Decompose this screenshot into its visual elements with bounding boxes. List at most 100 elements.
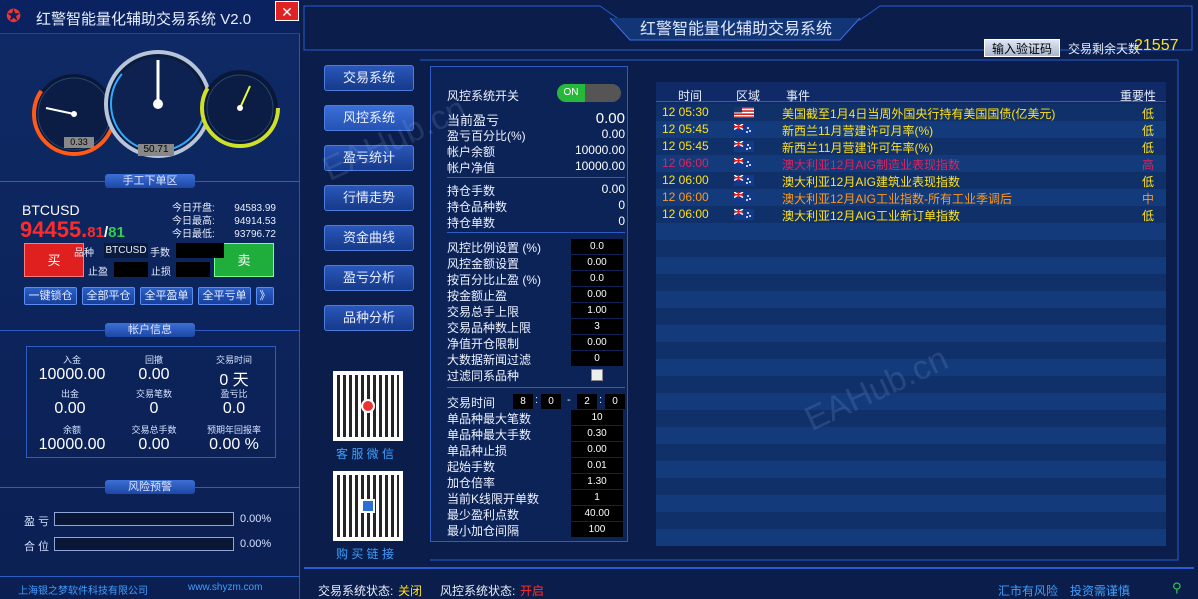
nav-equity-curve[interactable]: 资金曲线 bbox=[324, 225, 414, 251]
news-row-bg bbox=[656, 478, 1166, 495]
left-gauge-readout: 0.33 bbox=[64, 137, 94, 148]
nz-flag-icon bbox=[734, 141, 754, 152]
account-section-title: 帐户信息 bbox=[105, 323, 195, 337]
au-flag-icon bbox=[734, 158, 754, 169]
col-importance: 重要性 bbox=[1120, 89, 1157, 103]
risk-position-label: 合 位 bbox=[24, 541, 50, 553]
news-row[interactable]: 12 05:45 新西兰11月营建许可年率(%) 低 bbox=[656, 138, 1166, 155]
news-row[interactable]: 12 06:00 澳大利亚12月AIG制造业表现指数 高 bbox=[656, 155, 1166, 172]
col-time: 时间 bbox=[678, 89, 703, 103]
time-start-min[interactable]: 0 bbox=[541, 394, 561, 409]
main-title: 红警智能量化辅助交易系统 bbox=[640, 21, 833, 38]
trade-status-value: 关闭 bbox=[398, 584, 423, 598]
news-row[interactable]: 12 06:00 澳大利亚12月AIG工业指数-所有工业季调后 中 bbox=[656, 189, 1166, 206]
price-display: 94455.81/81 bbox=[20, 217, 125, 242]
param-input[interactable]: 1.30 bbox=[571, 474, 623, 489]
stat-low: 今日最低: 93796.72 bbox=[172, 229, 276, 240]
company-name: 上海银之梦软件科技有限公司 bbox=[18, 586, 148, 597]
verify-code-button[interactable]: 输入验证码 bbox=[984, 39, 1060, 57]
nav-pl-analysis[interactable]: 盈亏分析 bbox=[324, 265, 414, 291]
company-site[interactable]: www.shyzm.com bbox=[188, 582, 262, 593]
news-event: 澳大利亚12月AIG工业指数-所有工业季调后 bbox=[782, 192, 1013, 206]
close-loss-button[interactable]: 全平亏单 bbox=[198, 287, 251, 305]
news-row[interactable]: 12 05:30 美国截至1月4日当周外国央行持有美国国债(亿美元) 低 bbox=[656, 104, 1166, 121]
symbol-field[interactable]: BTCUSD bbox=[104, 243, 148, 258]
account-trade-time: 交易时间 0 天 bbox=[215, 355, 252, 389]
close-all-button[interactable]: 全部平仓 bbox=[82, 287, 135, 305]
news-row[interactable]: 12 05:45 新西兰11月营建许可月率(%) 低 bbox=[656, 121, 1166, 138]
divider bbox=[447, 387, 625, 388]
param-input[interactable]: 0.00 bbox=[571, 255, 623, 270]
take-profit-input[interactable] bbox=[114, 262, 148, 277]
time-end-min[interactable]: 0 bbox=[605, 394, 625, 409]
news-event: 新西兰11月营建许可月率(%) bbox=[782, 124, 934, 138]
lock-all-button[interactable]: 一键锁仓 bbox=[24, 287, 77, 305]
param-input[interactable]: 40.00 bbox=[571, 506, 623, 521]
time-end-hour[interactable]: 2 bbox=[577, 394, 597, 409]
right-gauge bbox=[200, 68, 280, 148]
account-drawdown: 回撤 0.00 bbox=[138, 355, 170, 383]
account-expected-return: 预期年回报率 0.00 % bbox=[206, 425, 261, 453]
equity-row: 帐户净值 10000.00 bbox=[447, 159, 625, 175]
pl-percent-row: 盈亏百分比(%) 0.00 bbox=[447, 127, 625, 143]
param-input[interactable]: 100 bbox=[571, 522, 623, 537]
news-row[interactable]: 12 06:00 澳大利亚12月AIG工业新订单指数 低 bbox=[656, 206, 1166, 223]
close-button[interactable]: ✕ bbox=[275, 1, 299, 21]
nav-market-trend[interactable]: 行情走势 bbox=[324, 185, 414, 211]
account-pl-ratio: 盈亏比 0.0 bbox=[220, 389, 248, 417]
trade-status-label: 交易系统状态: bbox=[318, 584, 394, 598]
risk-section-title: 风险预警 bbox=[105, 480, 195, 494]
news-row-bg bbox=[656, 393, 1166, 410]
risk-status-label: 风控系统状态: bbox=[440, 584, 516, 598]
nz-flag-icon bbox=[734, 124, 754, 135]
news-time: 12 06:00 bbox=[662, 173, 709, 187]
news-time: 12 06:00 bbox=[662, 207, 709, 221]
au-flag-icon bbox=[734, 192, 754, 203]
param-input[interactable]: 10 bbox=[571, 410, 623, 425]
risk-pl-label: 盈 亏 bbox=[24, 516, 50, 528]
param-input[interactable]: 0 bbox=[571, 351, 623, 366]
news-time: 12 05:30 bbox=[662, 105, 709, 119]
time-start-hour[interactable]: 8 bbox=[513, 394, 533, 409]
news-row[interactable]: 12 06:00 澳大利亚12月AIG建筑业表现指数 低 bbox=[656, 172, 1166, 189]
nav-trade-system[interactable]: 交易系统 bbox=[324, 65, 414, 91]
news-row-bg bbox=[656, 427, 1166, 444]
param-input[interactable]: 0.0 bbox=[571, 239, 623, 254]
lots-input[interactable] bbox=[176, 243, 224, 258]
risk-pl-value: 0.00% bbox=[240, 513, 272, 525]
stop-loss-input[interactable] bbox=[176, 262, 210, 277]
filter-checkbox[interactable] bbox=[591, 369, 603, 381]
purchase-qr-code bbox=[333, 471, 403, 541]
news-row-bg bbox=[656, 223, 1166, 240]
position-lots-row: 持仓手数 0.00 bbox=[447, 182, 625, 198]
param-input[interactable]: 3 bbox=[571, 319, 623, 334]
us-flag-icon bbox=[734, 107, 754, 118]
news-row-bg bbox=[656, 410, 1166, 427]
nav-symbol-analysis[interactable]: 品种分析 bbox=[324, 305, 414, 331]
param-input[interactable]: 1 bbox=[571, 490, 623, 505]
position-symbols-row: 持仓品种数 0 bbox=[447, 198, 625, 214]
param-input[interactable]: 0.00 bbox=[571, 442, 623, 457]
stat-open: 今日开盘: 94583.99 bbox=[172, 203, 276, 214]
param-input[interactable]: 0.00 bbox=[571, 335, 623, 350]
risk-switch-toggle[interactable]: ON bbox=[557, 84, 621, 102]
close-profit-button[interactable]: 全平盈单 bbox=[140, 287, 193, 305]
param-input[interactable]: 0.01 bbox=[571, 458, 623, 473]
param-input[interactable]: 0.0 bbox=[571, 271, 623, 286]
position-orders-row: 持仓单数 0 bbox=[447, 214, 625, 230]
risk-warning-2: 投资需谨慎 bbox=[1070, 584, 1131, 598]
param-input[interactable]: 0.00 bbox=[571, 287, 623, 302]
service-qr-caption: 客 服 微 信 bbox=[336, 447, 395, 461]
news-row-bg bbox=[656, 308, 1166, 325]
param-input[interactable]: 1.00 bbox=[571, 303, 623, 318]
param-input[interactable]: 0.30 bbox=[571, 426, 623, 441]
symbol-label: 品种 bbox=[74, 248, 94, 259]
news-row-bg bbox=[656, 444, 1166, 461]
news-row-bg bbox=[656, 529, 1166, 546]
news-time: 12 06:00 bbox=[662, 156, 709, 170]
news-importance: 中 bbox=[1142, 192, 1155, 206]
news-row-bg bbox=[656, 257, 1166, 274]
more-button[interactable]: 》 bbox=[256, 287, 274, 305]
news-time: 12 06:00 bbox=[662, 190, 709, 204]
account-withdraw: 出金 0.00 bbox=[54, 389, 86, 417]
